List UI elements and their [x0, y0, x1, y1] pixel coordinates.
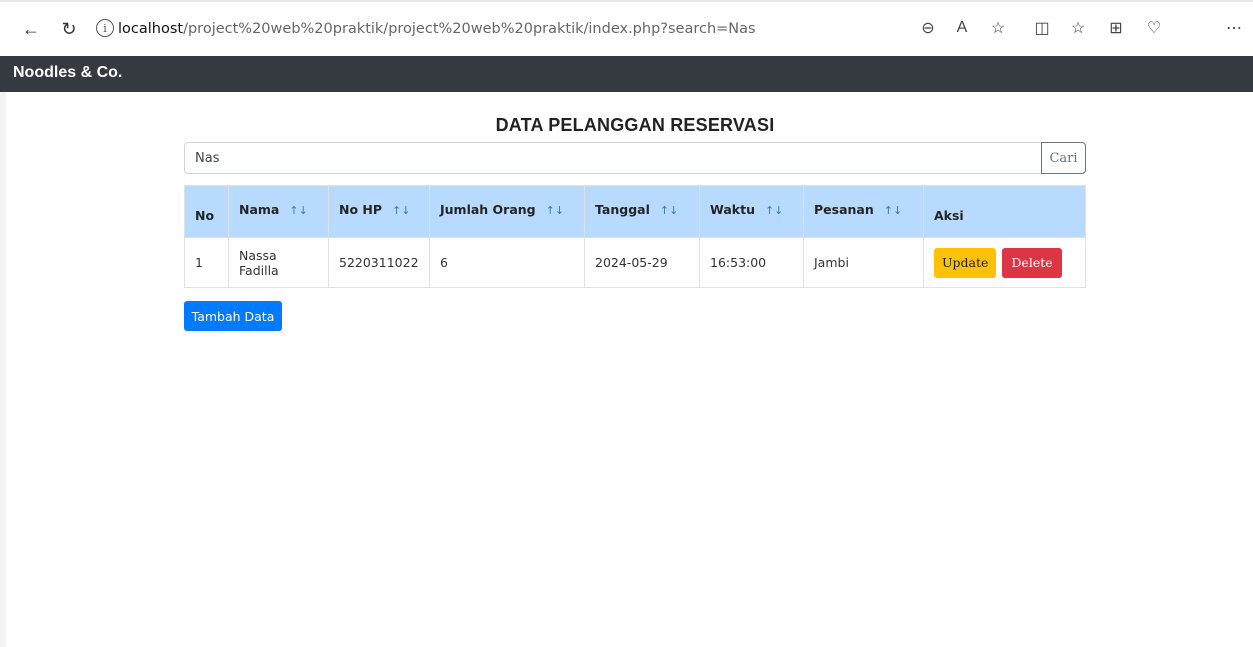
address-bar[interactable]: localhost/project%20web%20praktik/projec…	[118, 13, 898, 45]
favorites-list-icon[interactable]: ☆	[1066, 16, 1090, 40]
back-icon[interactable]: ←	[18, 16, 44, 42]
sort-icon[interactable]: ↑↓	[660, 204, 678, 217]
sort-icon[interactable]: ↑↓	[884, 204, 902, 217]
collections-icon[interactable]: ⊞	[1104, 16, 1128, 40]
favorite-star-icon[interactable]: ☆	[986, 16, 1010, 40]
search-button[interactable]: Cari	[1041, 142, 1086, 174]
header-label: No HP	[339, 202, 383, 217]
delete-button[interactable]: Delete	[1002, 247, 1062, 278]
sort-icon[interactable]: ↑↓	[546, 204, 564, 217]
cell-nama: Nassa Fadilla	[228, 237, 329, 288]
reservation-table: No Nama ↑↓ No HP ↑↓ Jumlah Orang ↑↓ Tanggal…	[184, 185, 1086, 288]
table-header-row: No Nama ↑↓ No HP ↑↓ Jumlah Orang ↑↓ Tanggal…	[184, 185, 1086, 238]
zoom-out-icon[interactable]: ⊖	[916, 16, 940, 40]
cell-no: 1	[184, 237, 229, 288]
health-icon[interactable]: ♡	[1142, 16, 1166, 40]
header-jumlah-orang[interactable]: Jumlah Orang ↑↓	[429, 185, 585, 238]
more-icon[interactable]: ⋯	[1222, 16, 1246, 40]
cell-tanggal: 2024-05-29	[584, 237, 700, 288]
top-navbar: Noodles & Co.	[0, 56, 1253, 92]
header-label: Waktu	[710, 202, 755, 217]
header-no-hp[interactable]: No HP ↑↓	[328, 185, 430, 238]
header-nama[interactable]: Nama ↑↓	[228, 185, 329, 238]
cell-jumlah-orang: 6	[429, 237, 585, 288]
header-label: No	[195, 208, 215, 223]
header-no: No	[184, 185, 229, 238]
update-button[interactable]: Update	[934, 247, 997, 278]
cell-waktu: 16:53:00	[699, 237, 804, 288]
table-row: 1 Nassa Fadilla 5220311022 6 2024-05-29 …	[184, 237, 1086, 288]
header-label: Aksi	[934, 208, 964, 223]
cell-no-hp: 5220311022	[328, 237, 430, 288]
window-edge	[0, 92, 6, 647]
header-label: Tanggal	[595, 202, 650, 217]
header-label: Nama	[239, 202, 280, 217]
url-host: localhost	[118, 21, 184, 37]
info-icon[interactable]: i	[96, 19, 114, 37]
cell-aksi: Update Delete	[923, 237, 1086, 288]
sort-icon[interactable]: ↑↓	[289, 204, 307, 217]
sort-icon[interactable]: ↑↓	[765, 204, 783, 217]
header-aksi: Aksi	[923, 185, 1086, 238]
sort-icon[interactable]: ↑↓	[392, 204, 410, 217]
read-aloud-icon[interactable]: A	[950, 16, 974, 40]
header-label: Pesanan	[814, 202, 874, 217]
browser-toolbar: ← ↻ i localhost/project%20web%20praktik/…	[0, 0, 1253, 56]
cell-pesanan: Jambi	[803, 237, 924, 288]
add-data-button[interactable]: Tambah Data	[184, 301, 282, 331]
split-screen-icon[interactable]: ◫	[1030, 16, 1054, 40]
header-waktu[interactable]: Waktu ↑↓	[699, 185, 804, 238]
refresh-icon[interactable]: ↻	[56, 16, 82, 42]
tab-strip-edge	[0, 0, 1253, 8]
page-title: DATA PELANGGAN RESERVASI	[495, 115, 775, 135]
header-label: Jumlah Orang	[440, 202, 536, 217]
brand-logo[interactable]: Noodles & Co.	[13, 64, 122, 82]
url-path: /project%20web%20praktik/project%20web%2…	[183, 21, 756, 37]
header-tanggal[interactable]: Tanggal ↑↓	[584, 185, 700, 238]
header-pesanan[interactable]: Pesanan ↑↓	[803, 185, 924, 238]
search-input[interactable]	[184, 142, 1042, 174]
